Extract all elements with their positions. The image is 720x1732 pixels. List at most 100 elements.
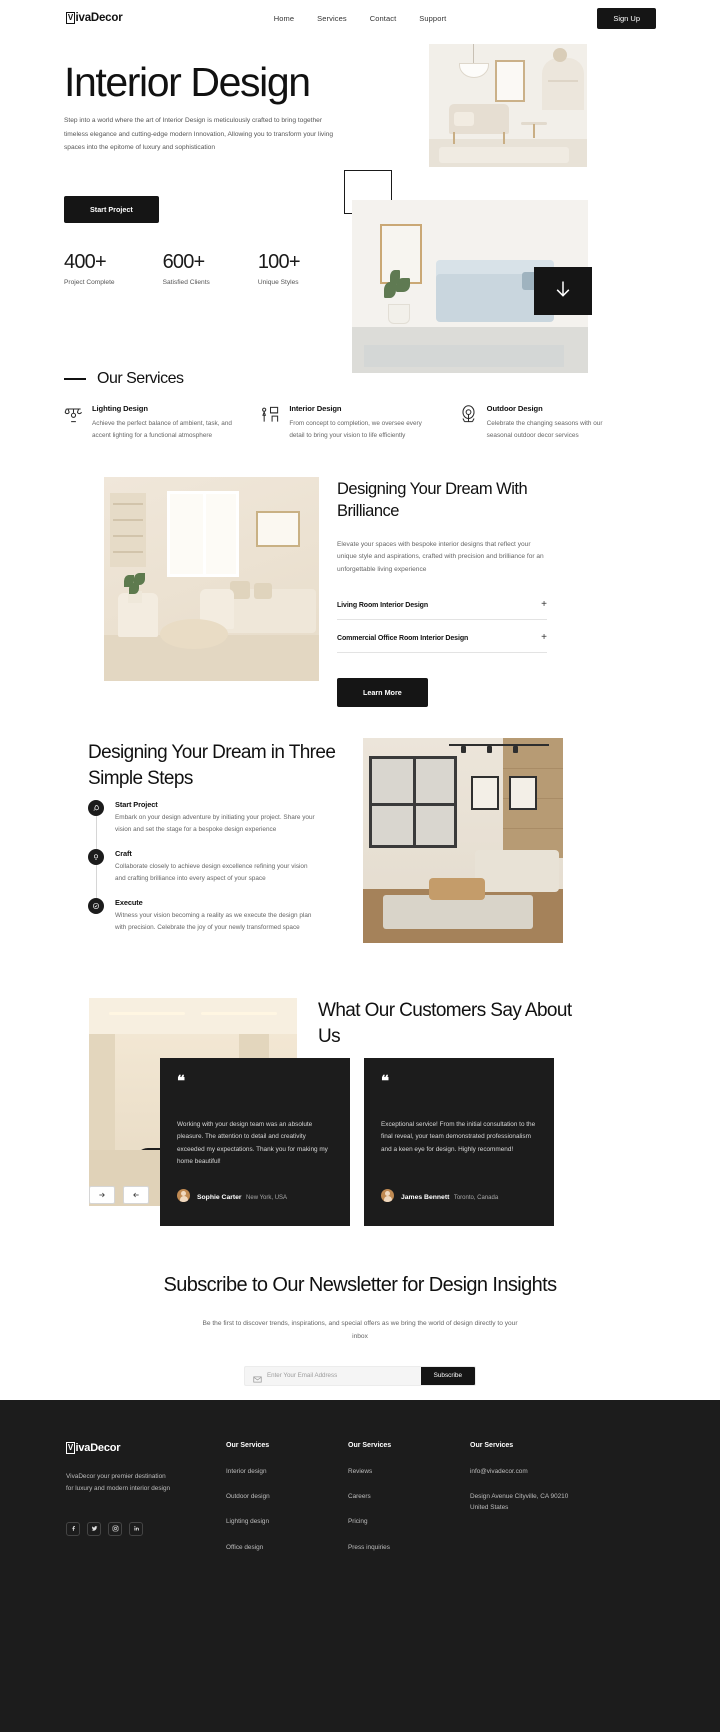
testimonial-card: ❝ Exceptional service! From the initial … [364, 1058, 554, 1226]
footer-column-title: Our Services [348, 1442, 392, 1449]
service-card-interior: Interior Design From concept to completi… [261, 404, 458, 442]
service-title: Interior Design [289, 404, 342, 413]
steps-image [363, 738, 563, 943]
sign-up-button[interactable]: Sign Up [597, 7, 656, 29]
author-name: Sophie Carter [197, 1194, 242, 1201]
step-title: Execute [115, 898, 143, 908]
facebook-icon[interactable] [66, 1521, 80, 1536]
footer-logo-mark: V [66, 1442, 75, 1454]
step-item-craft: Craft Collaborate closely to achieve des… [88, 849, 318, 899]
stat-item: 100+ Unique Styles [257, 251, 301, 286]
footer-column-company: Our Services Reviews Careers Pricing Pre… [348, 1442, 470, 1567]
footer-brand: V ivaDecor VivaDecor your premier destin… [66, 1442, 226, 1567]
testimonials-title: What Our Customers Say About Us [318, 1000, 572, 1048]
logo-mark: V [66, 12, 75, 24]
nav-item-contact[interactable]: Contact [370, 14, 397, 23]
stat-value: 400+ [64, 251, 107, 273]
accordion-item-living-room[interactable]: Living Room Interior Design + [337, 600, 547, 621]
start-project-button[interactable]: Start Project [64, 196, 159, 223]
footer-link[interactable]: Office design [226, 1542, 348, 1553]
logo-text: ivaDecor [75, 12, 123, 24]
learn-more-button[interactable]: Learn More [337, 678, 428, 708]
testimonial-text: Working with your design team was an abs… [177, 1121, 328, 1166]
service-desc: Celebrate the changing seasons with our … [486, 420, 603, 439]
lighting-icon [64, 405, 83, 424]
newsletter-title: Subscribe to Our Newsletter for Design I… [163, 1274, 557, 1296]
nav-item-support[interactable]: Support [419, 14, 446, 23]
instagram-icon[interactable] [108, 1521, 122, 1536]
twitter-icon[interactable] [87, 1521, 101, 1536]
testimonial-author: Sophie Carter New York, USA [177, 1186, 287, 1204]
footer-link[interactable]: Press inquiries [348, 1542, 470, 1553]
brand-logo[interactable]: V ivaDecor [66, 12, 123, 24]
accordion-label: Living Room Interior Design [337, 601, 429, 609]
landing-page: V ivaDecor Home Services Contact Support… [0, 0, 720, 1732]
quote-icon: ❝ [177, 1073, 185, 1090]
stat-label: Project Complete [64, 279, 115, 286]
step-desc: Collaborate closely to achieve design ex… [115, 863, 308, 882]
services-list: Lighting Design Achieve the perfect bala… [64, 404, 656, 442]
footer-link[interactable]: Reviews [348, 1466, 470, 1477]
subscribe-button[interactable]: Subscribe [420, 1366, 475, 1385]
stat-value: 100+ [257, 251, 301, 273]
footer-email-link[interactable]: info@vivadecor.com [470, 1466, 575, 1477]
mail-icon [253, 1371, 262, 1383]
newsletter-section: Subscribe to Our Newsletter for Design I… [0, 1270, 720, 1386]
avatar [381, 1188, 394, 1202]
newsletter-desc: Be the first to discover trends, inspira… [202, 1320, 518, 1340]
footer-link[interactable]: Lighting design [226, 1516, 348, 1527]
step-desc: Embark on your design adventure by initi… [115, 814, 315, 833]
footer-column-contact: Our Services info@vivadecor.com Design A… [470, 1442, 575, 1567]
arrow-right-icon [98, 1186, 106, 1204]
hero-section: Interior Design Step into a world where … [0, 36, 720, 373]
linkedin-icon[interactable] [129, 1521, 143, 1536]
footer-link[interactable]: Interior design [226, 1466, 348, 1477]
heading-dash-icon [64, 378, 86, 380]
step-title: Craft [115, 849, 132, 859]
footer-logo[interactable]: V ivaDecor [66, 1442, 226, 1454]
nav-item-home[interactable]: Home [274, 14, 294, 23]
nav-item-services[interactable]: Services [317, 14, 347, 23]
testimonials-cards: ❝ Working with your design team was an a… [160, 1058, 554, 1226]
step-item-start-project: Start Project Embark on your design adve… [88, 800, 318, 850]
plus-icon: + [541, 632, 547, 644]
footer-column-title: Our Services [226, 1442, 270, 1449]
author-location: New York, USA [246, 1195, 288, 1201]
footer-column-services: Our Services Interior design Outdoor des… [226, 1442, 348, 1567]
steps-list: Start Project Embark on your design adve… [88, 800, 318, 947]
footer-link[interactable]: Outdoor design [226, 1491, 348, 1502]
footer-social-links [66, 1521, 226, 1536]
stat-label: Satisfied Clients [162, 279, 210, 286]
hero-title: Interior Design [64, 59, 311, 105]
quote-icon: ❝ [381, 1073, 389, 1090]
avatar [177, 1188, 190, 1202]
outdoor-icon [459, 405, 478, 424]
author-name: James Bennett [401, 1194, 450, 1201]
main-nav: Home Services Contact Support [274, 14, 447, 23]
hero-image-top [429, 44, 587, 167]
step-title: Start Project [115, 800, 158, 809]
our-services-heading: Our Services [64, 370, 184, 388]
testimonials-carousel-controls [89, 1186, 149, 1204]
scroll-down-button[interactable] [534, 267, 592, 315]
email-input[interactable] [267, 1372, 421, 1380]
step-desc: Witness your vision becoming a reality a… [115, 912, 312, 931]
testimonial-text: Exceptional service! From the initial co… [381, 1121, 536, 1153]
lightbulb-icon [88, 849, 104, 866]
accordion-item-commercial-office[interactable]: Commercial Office Room Interior Design + [337, 632, 547, 654]
author-location: Toronto, Canada [453, 1195, 499, 1201]
footer-link[interactable]: Pricing [348, 1516, 470, 1527]
carousel-prev-button[interactable] [123, 1186, 149, 1204]
stat-value: 600+ [162, 251, 206, 273]
site-footer: V ivaDecor VivaDecor your premier destin… [0, 1400, 720, 1732]
service-desc: Achieve the perfect balance of ambient, … [92, 420, 232, 439]
testimonial-card: ❝ Working with your design team was an a… [160, 1058, 350, 1226]
footer-column-title: Our Services [470, 1442, 514, 1449]
footer-link[interactable]: Careers [348, 1491, 470, 1502]
service-card-lighting: Lighting Design Achieve the perfect bala… [64, 404, 261, 442]
service-card-outdoor: Outdoor Design Celebrate the changing se… [459, 404, 656, 442]
check-circle-icon [88, 898, 104, 915]
hero-stats: 400+ Project Complete 600+ Satisfied Cli… [64, 251, 301, 286]
brilliance-section: Designing Your Dream With Brilliance Ele… [337, 478, 547, 708]
carousel-next-button[interactable] [89, 1186, 115, 1204]
